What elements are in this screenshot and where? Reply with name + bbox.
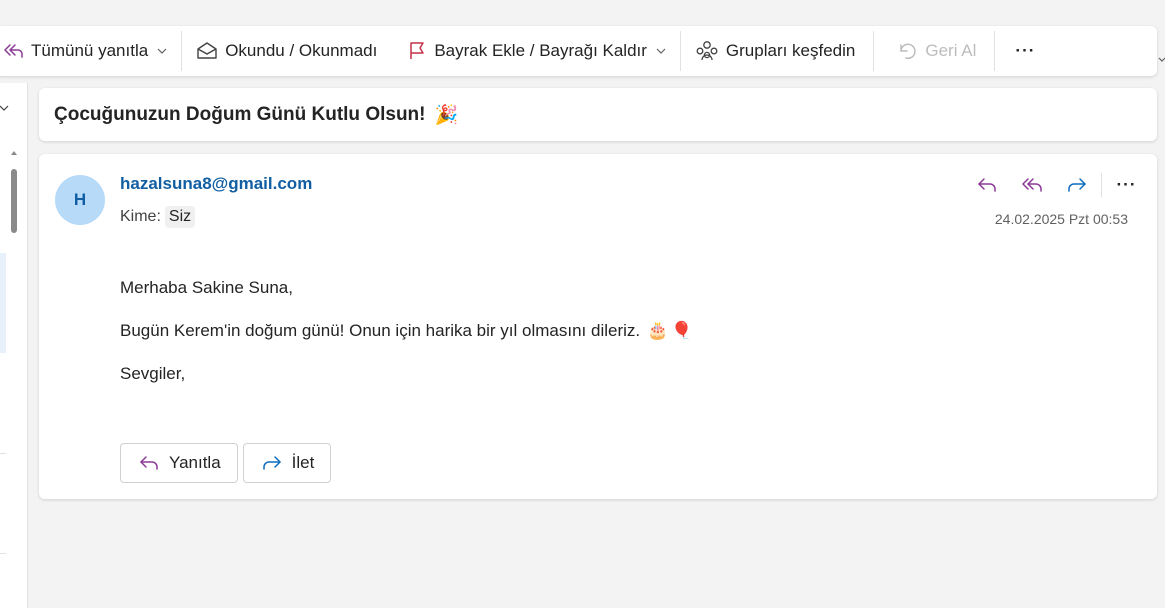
undo-label: Geri Al <box>925 41 977 60</box>
forward-label: İlet <box>291 453 315 472</box>
recipient-chip[interactable]: Siz <box>164 206 196 228</box>
more-icon: ··· <box>1116 175 1137 194</box>
reply-all-icon <box>1021 178 1042 192</box>
subject-header: Çocuğunuzun Doğum Günü Kutlu Olsun! 🎉 <box>39 88 1157 141</box>
divider <box>0 453 6 454</box>
discover-groups-label: Grupları keşfedin <box>725 41 856 60</box>
reply-all-button[interactable] <box>1009 170 1054 200</box>
reply-button[interactable]: Yanıtla <box>120 443 238 483</box>
reply-all-icon <box>4 44 23 58</box>
chevron-down-icon[interactable] <box>157 46 167 56</box>
more-icon: ··· <box>1015 41 1036 60</box>
forward-icon <box>1067 178 1086 192</box>
message-card: H hazalsuna8@gmail.com Kime: Siz ··· 24.… <box>39 154 1157 499</box>
scroll-up-icon[interactable] <box>10 149 18 157</box>
body-line-text: Bugün Kerem'in doğum günü! Onun için har… <box>120 321 641 340</box>
reply-buttons: Yanıtla İlet <box>120 443 336 483</box>
read-unread-label: Okundu / Okunmadı <box>225 41 378 60</box>
avatar[interactable]: H <box>55 175 105 225</box>
email-subject: Çocuğunuzun Doğum Günü Kutlu Olsun! 🎉 <box>54 103 458 127</box>
chevron-down-icon[interactable] <box>1158 56 1165 64</box>
forward-button[interactable] <box>1054 170 1099 200</box>
body-line: Bugün Kerem'in doğum günü! Onun için har… <box>120 321 692 341</box>
toolbar-divider <box>873 31 875 71</box>
undo-button[interactable]: Geri Al <box>890 33 984 69</box>
people-community-icon <box>696 41 718 61</box>
message-list-pane <box>0 83 28 608</box>
discover-groups-button[interactable]: Grupları keşfedin <box>687 33 863 69</box>
message-actions: ··· <box>964 170 1149 200</box>
closing-text: Sevgiler, <box>120 364 186 383</box>
reply-button[interactable] <box>964 170 1009 200</box>
reply-icon <box>977 178 996 192</box>
more-options-button[interactable]: ··· <box>1104 170 1149 200</box>
toolbar-divider <box>679 31 681 71</box>
balloon-icon: 🎈 <box>671 321 693 340</box>
actions-divider <box>1101 173 1102 197</box>
message-body: Merhaba Sakine Suna, Bugün Kerem'in doğu… <box>120 278 692 407</box>
flag-button[interactable]: Bayrak Ekle / Bayrağı Kaldır <box>399 33 674 69</box>
reply-all-label: Tümünü yanıtla <box>31 41 149 60</box>
chevron-down-icon[interactable] <box>0 103 10 113</box>
divider <box>0 553 6 554</box>
forward-icon <box>262 456 281 470</box>
party-popper-icon: 🎉 <box>434 104 459 126</box>
chevron-down-icon[interactable] <box>656 46 666 56</box>
subject-text: Çocuğunuzun Doğum Günü Kutlu Olsun! <box>54 103 426 125</box>
cake-icon: 🎂 <box>647 321 669 340</box>
reply-label: Yanıtla <box>169 453 221 472</box>
scrollbar-thumb[interactable] <box>11 169 17 233</box>
reply-all-button[interactable]: Tümünü yanıtla <box>0 33 175 69</box>
toolbar-divider <box>994 31 996 71</box>
closing: Sevgiler, <box>120 364 692 384</box>
undo-icon <box>900 43 917 60</box>
flag-icon <box>410 42 425 59</box>
reading-toolbar: Tümünü yanıtla Okundu / Okunmadı Bayrak … <box>0 26 1157 76</box>
greeting-text: Merhaba Sakine Suna, <box>120 278 293 297</box>
recipient-row: Kime: Siz <box>120 206 196 228</box>
read-unread-button[interactable]: Okundu / Okunmadı <box>188 33 385 69</box>
greeting: Merhaba Sakine Suna, <box>120 278 692 298</box>
toolbar-divider <box>181 31 183 71</box>
sent-date: 24.02.2025 Pzt 00:53 <box>994 211 1128 227</box>
to-label: Kime: <box>120 208 161 225</box>
flag-label: Bayrak Ekle / Bayrağı Kaldır <box>434 41 647 60</box>
selected-message-item[interactable] <box>0 253 6 353</box>
more-options-button[interactable]: ··· <box>1007 33 1043 69</box>
reply-icon <box>140 456 158 470</box>
forward-button[interactable]: İlet <box>242 443 332 483</box>
sender-email[interactable]: hazalsuna8@gmail.com <box>120 174 312 194</box>
envelope-open-icon <box>197 42 217 59</box>
